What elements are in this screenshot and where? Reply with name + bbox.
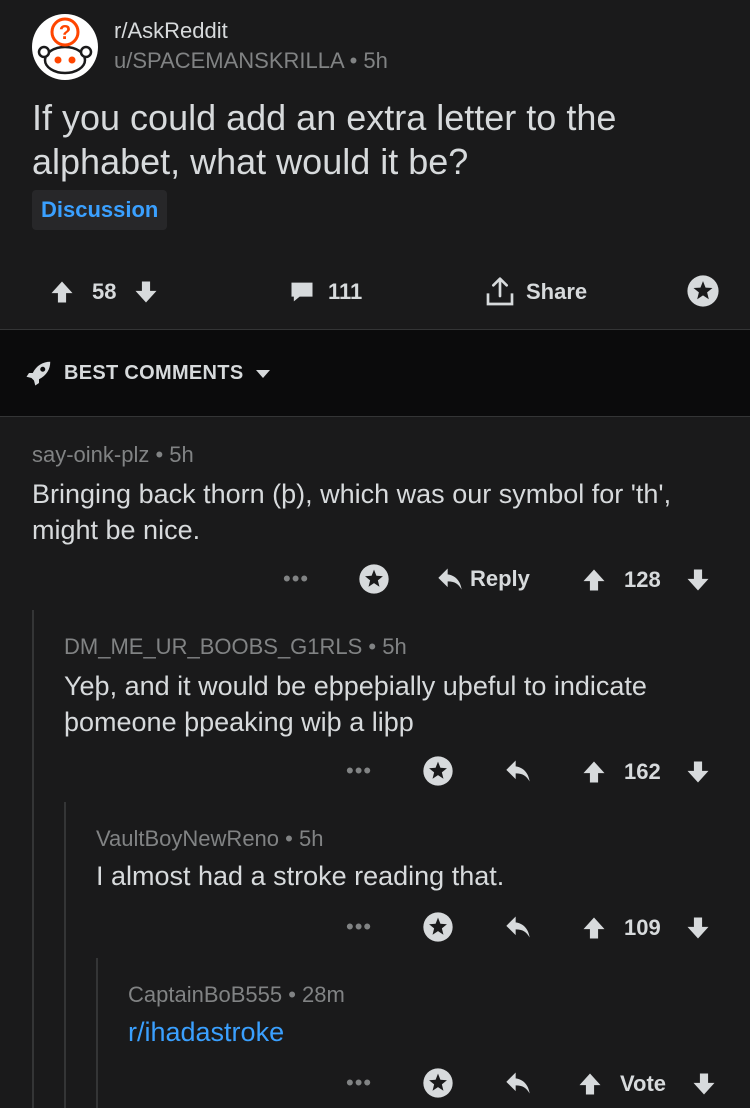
award-icon[interactable] bbox=[422, 911, 454, 943]
upvote-icon[interactable] bbox=[580, 566, 608, 594]
comment-count: 111 bbox=[328, 279, 363, 304]
comment-meta[interactable]: DM_ME_UR_BOOBS_G1RLS • 5h bbox=[64, 634, 407, 660]
more-options-icon[interactable]: ••• bbox=[346, 758, 372, 784]
award-icon[interactable] bbox=[358, 563, 390, 595]
share-button[interactable]: Share bbox=[484, 272, 587, 312]
reply-arrow-icon bbox=[438, 568, 462, 590]
award-icon[interactable] bbox=[422, 755, 454, 787]
downvote-icon[interactable] bbox=[690, 1070, 718, 1098]
upvote-icon[interactable] bbox=[580, 758, 608, 786]
award-icon bbox=[687, 275, 719, 307]
comment-meta[interactable]: CaptainBoB555 • 28m bbox=[128, 982, 345, 1008]
comments-button[interactable]: 111 bbox=[288, 272, 362, 312]
comment-score: 162 bbox=[624, 759, 661, 784]
reply-label: Reply bbox=[470, 566, 530, 591]
comment-action-bar: ••• Reply 128 bbox=[0, 560, 750, 600]
post-title: If you could add an extra letter to the … bbox=[32, 97, 617, 182]
rocket-icon bbox=[24, 358, 54, 388]
thread-line[interactable] bbox=[64, 802, 66, 1108]
comment-meta[interactable]: say-oink-plz • 5h bbox=[32, 442, 194, 468]
downvote-icon[interactable] bbox=[684, 566, 712, 594]
comment-score: 109 bbox=[624, 915, 661, 940]
post-author-meta[interactable]: u/SPACEMANSKRILLA • 5h bbox=[114, 48, 388, 74]
comment-meta[interactable]: VaultBoyNewReno • 5h bbox=[96, 826, 323, 852]
award-icon[interactable] bbox=[422, 1067, 454, 1099]
more-options-icon[interactable]: ••• bbox=[283, 566, 309, 592]
comment-bubble-icon bbox=[288, 278, 316, 306]
reply-arrow-icon[interactable] bbox=[504, 914, 532, 940]
comment-body: I almost had a stroke reading that. bbox=[96, 861, 505, 891]
upvote-icon[interactable] bbox=[576, 1070, 604, 1098]
comment-body: Yeþ, and it would be eþpeþially uþeful t… bbox=[64, 671, 647, 737]
sort-dropdown[interactable]: BEST COMMENTS bbox=[64, 362, 271, 385]
vote-label: Vote bbox=[620, 1071, 667, 1096]
caret-down-icon bbox=[255, 368, 271, 380]
reply-button[interactable]: Reply bbox=[436, 566, 530, 592]
thread-line[interactable] bbox=[32, 610, 34, 1108]
askreddit-logo-icon: ? bbox=[33, 15, 97, 79]
downvote-icon[interactable] bbox=[684, 758, 712, 786]
comment-body: Bringing back thorn (þ), which was our s… bbox=[32, 479, 672, 545]
subreddit-link[interactable]: r/ihadastroke bbox=[128, 1014, 728, 1050]
award-button[interactable] bbox=[686, 274, 720, 308]
downvote-icon[interactable] bbox=[132, 278, 160, 306]
post-vote-group: 58 bbox=[48, 272, 160, 312]
share-icon bbox=[484, 276, 516, 308]
comment-score: 128 bbox=[624, 567, 661, 592]
comment-action-bar: ••• 162 bbox=[0, 752, 750, 792]
upvote-icon[interactable] bbox=[580, 914, 608, 942]
upvote-icon[interactable] bbox=[48, 278, 76, 306]
comment-action-bar: ••• 109 bbox=[0, 908, 750, 948]
downvote-icon[interactable] bbox=[684, 914, 712, 942]
post-score: 58 bbox=[92, 279, 117, 304]
reply-arrow-icon[interactable] bbox=[504, 1070, 532, 1096]
more-options-icon[interactable]: ••• bbox=[346, 1070, 372, 1096]
more-options-icon[interactable]: ••• bbox=[346, 914, 372, 940]
subreddit-avatar[interactable]: ? bbox=[32, 14, 98, 80]
share-label: Share bbox=[526, 279, 588, 304]
svg-text:?: ? bbox=[59, 22, 71, 44]
sort-label: BEST COMMENTS bbox=[64, 362, 244, 384]
subreddit-name[interactable]: r/AskReddit bbox=[114, 18, 228, 44]
divider bbox=[0, 416, 750, 417]
comment-action-bar: ••• Vote bbox=[0, 1064, 750, 1104]
reply-arrow-icon[interactable] bbox=[504, 758, 532, 784]
post-flair[interactable]: Discussion bbox=[32, 190, 168, 230]
